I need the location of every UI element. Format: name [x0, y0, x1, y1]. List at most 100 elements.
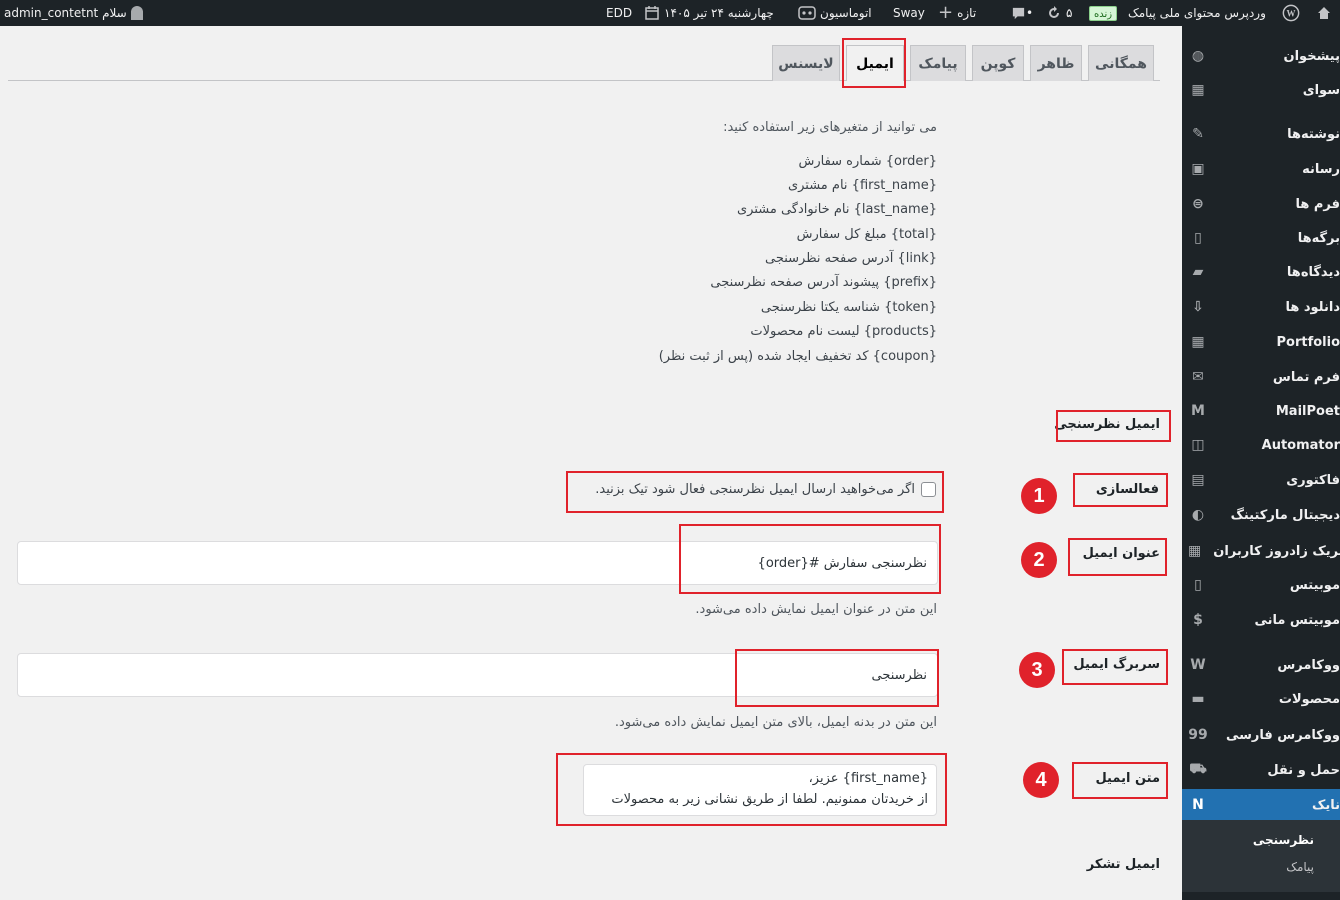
tab-license[interactable]: لایسنس	[772, 45, 840, 81]
sidebar-item[interactable]: W ووکامرس	[1182, 650, 1340, 680]
site-name-link[interactable]: وردپرس محتوای ملی پیامک	[1128, 0, 1266, 26]
woo-icon: W	[1190, 657, 1206, 673]
sidebar-item-label: موبیتس مانی	[1254, 612, 1340, 628]
comments-icon[interactable]	[1011, 0, 1026, 26]
sidebar-item-label: پیشخوان	[1283, 48, 1340, 64]
sidebar-item-label: دانلود ها	[1285, 299, 1340, 315]
sidebar-item[interactable]: ⇩ دانلود ها	[1182, 292, 1340, 322]
sidebar-item-label: دیجیتال مارکتینگ	[1230, 507, 1340, 523]
sidebar-item-label: فرم تماس	[1272, 369, 1340, 385]
sidebar-item-label: نوشته‌ها	[1287, 126, 1340, 142]
sidebar-item-label: نایک	[1312, 797, 1340, 813]
sidebar-item[interactable]: ▦ سوای	[1182, 75, 1340, 105]
live-badge: زنده	[1089, 0, 1118, 26]
automator-icon: ◫	[1191, 437, 1205, 453]
form-icon: ⊜	[1192, 196, 1204, 212]
woo-fa-icon: 99	[1188, 727, 1208, 743]
sidebar-item-label: ووکامرس فارسی	[1225, 727, 1340, 743]
sidebar-item[interactable]: ▣ رسانه	[1182, 154, 1340, 184]
plus-icon: +	[938, 2, 954, 23]
variable-line: {link} آدرس صفحه نظرسنجی	[765, 251, 937, 266]
greeting: سلام admin_contetnt	[4, 6, 127, 20]
sidebar-item[interactable]: ▤ فاکتوری	[1182, 465, 1340, 495]
download-icon: ⇩	[1192, 299, 1204, 315]
phone-icon: ▯	[1194, 577, 1202, 593]
sidebar-item-label: فاکتوری	[1286, 472, 1340, 488]
tab-coupon[interactable]: کوپن	[972, 45, 1024, 81]
sidebar-item[interactable]: $ موبیتس مانی	[1182, 605, 1340, 635]
sidebar-item-label: Automator	[1261, 437, 1340, 453]
variable-line: {token} شناسه یکتا نظرسنجی	[760, 300, 937, 315]
wp-logo-icon[interactable]: W	[1282, 0, 1300, 26]
header-label-highlight	[1062, 649, 1168, 685]
variable-line: {prefix} پیشوند آدرس صفحه نظرسنجی	[710, 275, 937, 290]
sidebar-item-label: برگه‌ها	[1297, 230, 1340, 246]
sidebar-item[interactable]: ✉ فرم تماس	[1182, 362, 1340, 392]
invoice-icon: ▤	[1191, 472, 1205, 488]
sidebar-item[interactable]: ▦ Portfolio	[1182, 327, 1340, 357]
step-badge-3: 3	[1019, 652, 1055, 688]
sidebar-item[interactable]: ⊜ فرم ها	[1182, 189, 1340, 219]
thanks-email-section-title: ایمیل تشکر	[1086, 857, 1160, 872]
pin-icon: ✎	[1192, 126, 1204, 142]
sidebar-item[interactable]: ▰ دیدگاه‌ها	[1182, 257, 1340, 287]
new-label: تازه	[957, 6, 977, 20]
submenu-item-sms[interactable]: پیامک	[1286, 860, 1314, 874]
refresh-icon	[1049, 6, 1059, 18]
account-link[interactable]: سلام admin_contetnt	[4, 0, 143, 26]
sidebar-item[interactable]: ▦ تبریک زادروز کاربران	[1182, 536, 1340, 566]
automation-link[interactable]: اتوماسیون	[798, 0, 872, 26]
activation-label-highlight	[1073, 473, 1168, 507]
sidebar-item[interactable]: M MailPoet	[1182, 396, 1340, 426]
date-link[interactable]: چهارشنبه ۲۴ تیر ۱۴۰۵	[644, 0, 774, 26]
site-name: وردپرس محتوای ملی پیامک	[1128, 6, 1266, 20]
calendar-icon: ▦	[1188, 543, 1202, 559]
sidebar-item-label: فرم ها	[1295, 196, 1340, 212]
automator-small-icon	[798, 6, 816, 20]
submenu-item-survey[interactable]: نظرسنجی	[1253, 833, 1314, 847]
sidebar-item[interactable]: N نایک	[1182, 789, 1340, 821]
sidebar-item-label: تبریک زادروز کاربران	[1213, 543, 1340, 559]
variable-line: {first_name} نام مشتری	[787, 178, 937, 193]
tab-email-highlight	[842, 38, 906, 88]
admin-bar: W وردپرس محتوای ملی پیامک زنده ۵ • تازه …	[0, 0, 1340, 26]
sidebar-item[interactable]: ⛟ حمل و نقل	[1182, 755, 1340, 785]
edd-link[interactable]: EDD	[606, 0, 632, 26]
truck-icon: ⛟	[1189, 761, 1207, 777]
sidebar-item-label: حمل و نقل	[1267, 762, 1340, 778]
sidebar-item[interactable]: ◍ پیشخوان	[1182, 41, 1340, 71]
variable-line: {order} شماره سفارش	[798, 154, 937, 169]
subject-description: این متن در عنوان ایمیل نمایش داده می‌شود…	[695, 602, 937, 617]
dollar-icon: $	[1193, 612, 1203, 628]
variable-line: {products} لیست نام محصولات	[750, 324, 937, 339]
page-icon: ▯	[1194, 230, 1202, 246]
home-icon[interactable]	[1316, 0, 1332, 26]
sidebar-item[interactable]: ◫ Automator	[1182, 430, 1340, 460]
sidebar-item[interactable]: ▯ موبیتس	[1182, 570, 1340, 600]
sidebar-item-label: موبیتس	[1289, 577, 1340, 593]
updates-count: ۵	[1066, 6, 1073, 20]
updates-link[interactable]: ۵	[1046, 0, 1072, 26]
tab-appearance[interactable]: ظاهر	[1030, 45, 1082, 81]
sidebar-item-label: سوای	[1302, 82, 1340, 98]
sidebar-item[interactable]: ▯ برگه‌ها	[1182, 223, 1340, 253]
subject-label-highlight	[1068, 538, 1167, 576]
sidebar-item[interactable]: ▬ محصولات	[1182, 684, 1340, 714]
new-content-link[interactable]: تازه +	[938, 0, 976, 26]
sidebar-item[interactable]: ✎ نوشته‌ها	[1182, 119, 1340, 149]
dot-icon: •	[1026, 6, 1034, 20]
tab-sms[interactable]: پیامک	[910, 45, 966, 81]
sway-link[interactable]: Sway	[893, 0, 925, 26]
portfolio-icon: ▦	[1191, 334, 1205, 350]
sidebar-item[interactable]: 99 ووکامرس فارسی	[1182, 720, 1340, 750]
sidebar-item[interactable]: ◐ دیجیتال مارکتینگ	[1182, 500, 1340, 530]
step-badge-2: 2	[1021, 542, 1057, 578]
variables-intro: می توانید از متغیرهای زیر استفاده کنید:	[723, 120, 937, 135]
active-menu-arrow	[1182, 795, 1190, 811]
comment-icon: ▰	[1192, 264, 1204, 280]
sidebar-item-label: ووکامرس	[1277, 657, 1340, 673]
mail-icon: ✉	[1192, 369, 1204, 385]
tab-general[interactable]: همگانی	[1088, 45, 1154, 81]
variable-line: {coupon} کد تخفیف ایجاد شده (پس از ثبت ن…	[658, 349, 937, 364]
body-label-highlight	[1072, 762, 1168, 799]
